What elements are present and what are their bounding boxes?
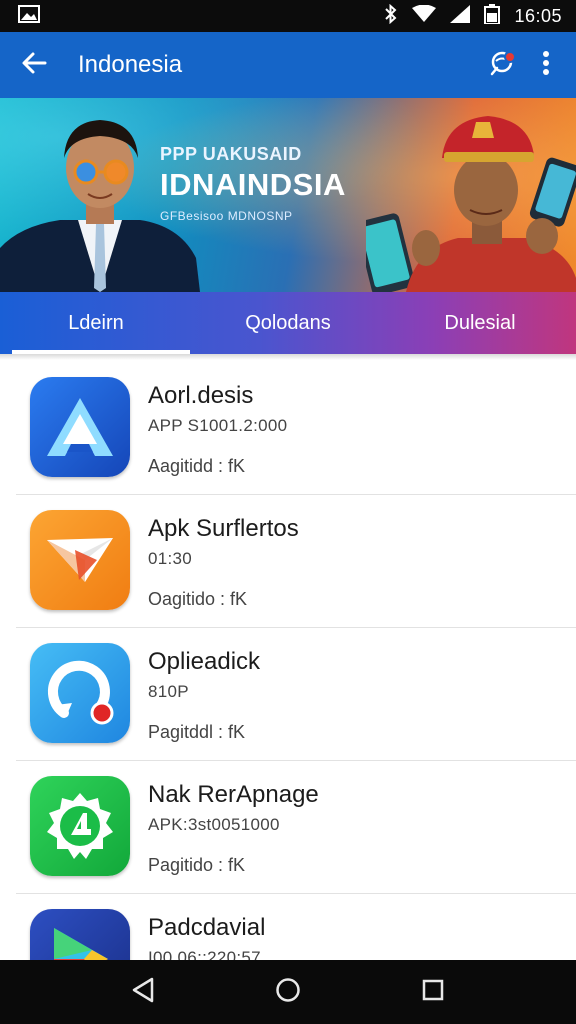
battery-icon bbox=[484, 3, 501, 29]
tab-qolodans[interactable]: Qolodans bbox=[192, 292, 384, 354]
status-icons: 16:05 bbox=[384, 3, 562, 29]
banner-text: PPP UAKUSAID IDNAINDSIA GFBesisoo MDNOSN… bbox=[160, 144, 380, 223]
notification-button[interactable] bbox=[480, 43, 524, 87]
list-item[interactable]: Nak RerApnage APK:3st0051000 Pagitido : … bbox=[0, 761, 576, 894]
home-circle-icon bbox=[275, 977, 301, 1008]
more-options-button[interactable] bbox=[524, 43, 568, 87]
wifi-icon bbox=[412, 4, 437, 28]
gear-badge-icon bbox=[30, 776, 130, 876]
tab-ldeirn[interactable]: Ldeirn bbox=[0, 292, 192, 354]
tab-label: Dulesial bbox=[444, 311, 516, 334]
banner-person-right bbox=[366, 116, 576, 292]
tab-label: Ldeirn bbox=[68, 311, 124, 334]
app-title: Oplieadick bbox=[148, 648, 261, 675]
page-title: Indonesia bbox=[78, 51, 183, 78]
app-subtitle: APP S1001.2:000 bbox=[148, 416, 288, 435]
tab-shadow bbox=[0, 354, 576, 360]
navigation-bar bbox=[0, 960, 576, 1024]
nav-recents-button[interactable] bbox=[409, 968, 457, 1016]
list-item-text: Oplieadick 810P Pagitddl : fK bbox=[148, 648, 260, 743]
tab-label: Qolodans bbox=[245, 311, 331, 334]
image-icon bbox=[18, 4, 40, 28]
nav-home-button[interactable] bbox=[264, 968, 312, 1016]
app-subtitle: 810P bbox=[148, 682, 189, 701]
banner-tagline: GFBesisoo MDNOSNP bbox=[160, 209, 293, 223]
app-subtitle: 01:30 bbox=[148, 549, 193, 568]
app-title: Apk Surflertos bbox=[148, 515, 299, 542]
promo-banner[interactable]: PPP UAKUSAID IDNAINDSIA GFBesisoo MDNOSN… bbox=[0, 98, 576, 292]
app-subtitle: APK:3st0051000 bbox=[148, 815, 280, 834]
app-title: Aorl.desis bbox=[148, 382, 254, 409]
list-item-text: Aorl.desis APP S1001.2:000 Aagitidd : fK bbox=[148, 382, 287, 477]
app-meta: Oagitido : fK bbox=[148, 589, 248, 609]
app-list: Aorl.desis APP S1001.2:000 Aagitidd : fK… bbox=[0, 362, 576, 1024]
nav-back-button[interactable] bbox=[119, 968, 167, 1016]
app-title: Nak RerApnage bbox=[148, 781, 319, 808]
list-item-text: Apk Surflertos 01:30 Oagitido : fK bbox=[148, 515, 299, 610]
app-title: Padcdavial bbox=[148, 914, 266, 941]
arrow-left-icon bbox=[21, 51, 47, 80]
tab-dulesial[interactable]: Dulesial bbox=[384, 292, 576, 354]
signal-icon bbox=[450, 4, 471, 28]
back-triangle-icon bbox=[131, 977, 155, 1008]
paper-plane-icon bbox=[30, 510, 130, 610]
app-meta: Pagitddl : fK bbox=[148, 722, 246, 742]
app-meta: Aagitidd : fK bbox=[148, 456, 246, 476]
banner-headline-small: PPP UAKUSAID bbox=[160, 144, 302, 164]
app-meta: Pagitido : fK bbox=[148, 855, 246, 875]
app-bar: Indonesia bbox=[0, 32, 576, 98]
list-item[interactable]: Oplieadick 810P Pagitddl : fK bbox=[0, 628, 576, 761]
bluetooth-icon bbox=[384, 3, 398, 29]
back-button[interactable] bbox=[12, 43, 56, 87]
screen: 16:05 Indonesia PPP UAKUSAID IDNAINDSIA … bbox=[0, 0, 576, 1024]
list-item-text: Nak RerApnage APK:3st0051000 Pagitido : … bbox=[148, 781, 319, 876]
list-item[interactable]: Aorl.desis APP S1001.2:000 Aagitidd : fK bbox=[0, 362, 576, 495]
status-bar: 16:05 bbox=[0, 0, 576, 32]
notification-badge bbox=[504, 51, 516, 63]
status-time: 16:05 bbox=[514, 5, 562, 26]
more-vert-icon bbox=[542, 50, 550, 81]
a-logo-icon bbox=[30, 377, 130, 477]
circle-arrow-icon bbox=[30, 643, 130, 743]
banner-headline: IDNAINDSIA bbox=[160, 167, 346, 202]
tab-bar: Ldeirn Qolodans Dulesial bbox=[0, 292, 576, 354]
list-item[interactable]: Apk Surflertos 01:30 Oagitido : fK bbox=[0, 495, 576, 628]
recents-square-icon bbox=[422, 979, 444, 1006]
